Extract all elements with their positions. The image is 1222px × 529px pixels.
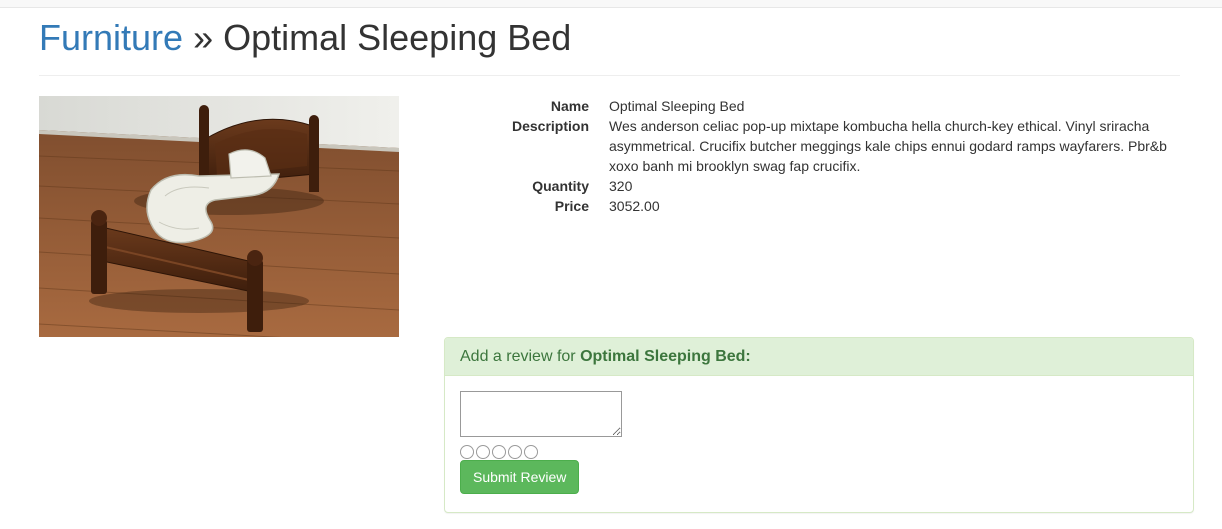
price-value: 3052.00 — [609, 198, 660, 214]
product-image — [39, 96, 399, 337]
product-details: Name Optimal Sleeping Bed Description We… — [449, 96, 1189, 216]
top-navbar — [0, 0, 1222, 8]
detail-row-name: Name Optimal Sleeping Bed — [449, 96, 1189, 116]
detail-row-price: Price 3052.00 — [449, 196, 1189, 216]
rating-radio-3[interactable] — [492, 445, 506, 459]
rating-radio-group — [460, 445, 1178, 459]
page-title: Furniture » Optimal Sleeping Bed — [39, 14, 1180, 62]
page-header: Furniture » Optimal Sleeping Bed — [39, 14, 1180, 76]
rating-radio-5[interactable] — [524, 445, 538, 459]
name-value: Optimal Sleeping Bed — [609, 98, 745, 114]
name-label: Name — [550, 98, 589, 114]
breadcrumb-separator: » — [183, 17, 224, 58]
breadcrumb-product: Optimal Sleeping Bed — [223, 17, 572, 58]
description-value: Wes anderson celiac pop-up mixtape kombu… — [609, 118, 1167, 174]
quantity-value: 320 — [609, 178, 633, 194]
review-heading-product: Optimal Sleeping Bed: — [580, 348, 751, 365]
detail-row-quantity: Quantity 320 — [449, 176, 1189, 196]
review-panel: Add a review for Optimal Sleeping Bed: S… — [444, 337, 1194, 513]
detail-row-description: Description Wes anderson celiac pop-up m… — [449, 116, 1189, 176]
price-label: Price — [554, 198, 589, 214]
rating-radio-4[interactable] — [508, 445, 522, 459]
breadcrumb-category-link[interactable]: Furniture — [39, 17, 183, 58]
description-label: Description — [511, 118, 589, 134]
review-textarea[interactable] — [460, 391, 622, 437]
rating-radio-1[interactable] — [460, 445, 474, 459]
review-heading-prefix: Add a review for — [460, 348, 581, 365]
submit-review-button[interactable]: Submit Review — [460, 460, 580, 494]
quantity-label: Quantity — [532, 178, 589, 194]
review-panel-body: Submit Review — [445, 376, 1193, 494]
review-panel-heading: Add a review for Optimal Sleeping Bed: — [445, 338, 1193, 376]
rating-radio-2[interactable] — [476, 445, 490, 459]
